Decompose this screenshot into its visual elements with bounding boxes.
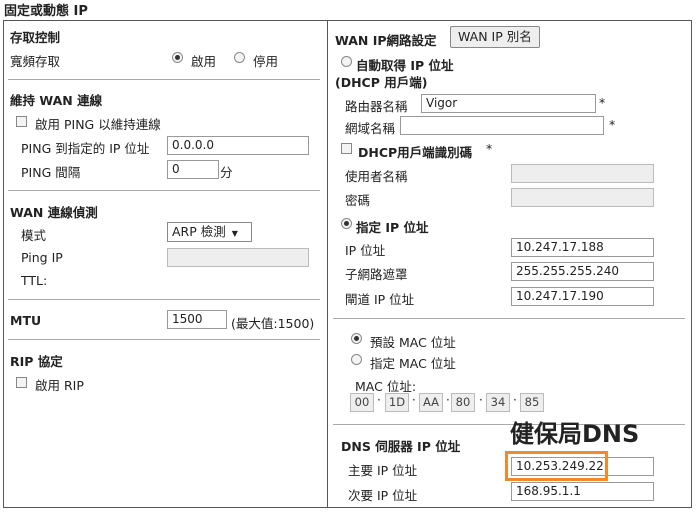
gateway-ip-label: 閘道 IP 位址	[345, 292, 415, 307]
ping-interval-unit: 分	[220, 165, 233, 180]
username-label: 使用者名稱	[345, 169, 408, 184]
secondary-dns-input[interactable]: 168.95.1.1	[511, 482, 654, 501]
secondary-dns-label: 次要 IP 位址	[348, 488, 418, 503]
mtu-label: MTU	[10, 313, 42, 328]
wan-detect-header: WAN 連線偵測	[10, 205, 98, 220]
mac-separator: ·	[446, 393, 450, 407]
required-asterisk: *	[599, 95, 606, 110]
domain-name-label: 網域名稱	[345, 121, 396, 136]
ping-interval-label: PING 間隔	[21, 165, 81, 180]
access-disable-label: 停用	[253, 54, 279, 69]
chevron-down-icon: ▼	[231, 229, 238, 238]
username-input[interactable]	[511, 164, 654, 183]
mac-octet-input[interactable]: 80	[451, 393, 475, 412]
password-input[interactable]	[511, 188, 654, 207]
mac-octet-input[interactable]: 1D	[385, 393, 409, 412]
access-disable-radio[interactable]	[234, 52, 245, 63]
detect-mode-label: 模式	[21, 228, 47, 243]
divider	[8, 190, 320, 191]
static-ip-label: 指定 IP 位址	[356, 220, 429, 235]
static-ip-radio[interactable]	[341, 218, 352, 229]
rip-enable-checkbox[interactable]	[16, 377, 27, 388]
access-control-header: 存取控制	[10, 30, 61, 45]
dns-header: DNS 伺服器 IP 位址	[341, 439, 461, 454]
mac-octet-input[interactable]: 34	[486, 393, 510, 412]
ttl-label: TTL:	[21, 273, 48, 288]
divider	[8, 299, 320, 300]
detect-ping-ip-label: Ping IP	[21, 250, 63, 265]
required-asterisk: *	[609, 117, 616, 132]
mtu-max-text: (最大值:1500)	[231, 316, 315, 331]
domain-name-input[interactable]	[400, 116, 604, 135]
column-divider	[327, 20, 328, 508]
specify-mac-radio[interactable]	[351, 354, 362, 365]
default-mac-radio[interactable]	[351, 333, 362, 344]
keep-wan-header: 維持 WAN 連線	[10, 93, 103, 108]
specify-mac-label: 指定 MAC 位址	[370, 356, 456, 371]
subnet-mask-label: 子網路遮罩	[345, 267, 408, 282]
mac-separator: ·	[479, 393, 483, 407]
ip-address-label: IP 位址	[345, 243, 386, 258]
mac-octet-input[interactable]: AA	[419, 393, 443, 412]
rip-header: RIP 協定	[10, 354, 63, 369]
ping-ip-input[interactable]: 0.0.0.0	[167, 136, 309, 155]
wan-ip-alias-button[interactable]: WAN IP 別名	[450, 26, 540, 48]
mtu-input[interactable]: 1500	[167, 310, 227, 329]
router-name-input[interactable]: Vigor	[421, 94, 596, 113]
ping-interval-input[interactable]: 0	[167, 160, 219, 179]
divider	[8, 79, 320, 80]
dhcp-client-sublabel: (DHCP 用戶端)	[335, 75, 428, 90]
wan-ip-settings-header: WAN IP網路設定	[335, 33, 437, 48]
required-asterisk: *	[486, 141, 493, 156]
rip-enable-label: 啟用 RIP	[35, 378, 84, 393]
router-name-label: 路由器名稱	[345, 99, 408, 114]
ping-keepalive-checkbox[interactable]	[16, 116, 27, 127]
divider	[333, 318, 685, 319]
primary-dns-label: 主要 IP 位址	[348, 463, 418, 478]
primary-dns-highlight-box	[505, 451, 608, 481]
ping-keepalive-label: 啟用 PING 以維持連線	[35, 117, 161, 132]
ping-ip-label: PING 到指定的 IP 位址	[21, 141, 150, 156]
broadband-access-label: 寬頻存取	[10, 54, 61, 69]
ip-address-input[interactable]: 10.247.17.188	[511, 238, 654, 257]
gateway-ip-input[interactable]: 10.247.17.190	[511, 287, 654, 306]
subnet-mask-input[interactable]: 255.255.255.240	[511, 262, 654, 281]
password-label: 密碼	[345, 193, 371, 208]
mac-separator: ·	[412, 393, 416, 407]
detect-ping-ip-input[interactable]	[167, 248, 309, 267]
divider	[8, 339, 320, 340]
mac-octet-input[interactable]: 85	[520, 393, 544, 412]
page-title: 固定或動態 IP	[4, 4, 88, 19]
mac-octet-input[interactable]: 00	[350, 393, 374, 412]
dhcp-client-id-checkbox[interactable]	[341, 143, 352, 154]
dhcp-client-radio[interactable]	[341, 56, 352, 67]
default-mac-label: 預設 MAC 位址	[370, 335, 456, 350]
access-enable-radio[interactable]	[172, 52, 183, 63]
detect-mode-value: ARP 檢測	[172, 224, 226, 239]
access-enable-label: 啟用	[191, 54, 217, 69]
dhcp-client-id-label: DHCP用戶端識別碼	[358, 145, 473, 160]
mac-separator: ·	[513, 393, 517, 407]
mac-separator: ·	[377, 393, 381, 407]
detect-mode-select[interactable]: ARP 檢測 ▼	[167, 222, 252, 242]
annotation-text: 健保局DNS	[510, 420, 640, 448]
